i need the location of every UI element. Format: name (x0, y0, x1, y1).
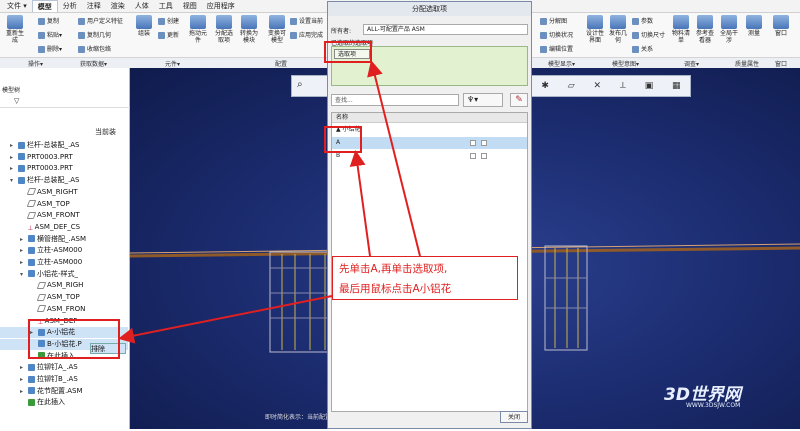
instruction-line1: 先单击A,再单击选取项, (339, 263, 448, 275)
arrow-to-tree (118, 295, 333, 344)
annotation-arrows (118, 60, 421, 344)
watermark-url: WWW.3DSJW.COM (686, 402, 741, 409)
arrow-to-item-a (349, 150, 371, 257)
instruction-callout: 先单击A,再单击选取项, 最后用鼠标点击A小铝花 (332, 256, 518, 300)
arrow-to-option (367, 60, 421, 257)
watermark: 3D世界网 WWW.3DSJW.COM (664, 380, 794, 420)
instruction-line2: 最后用鼠标点击A小铝花 (339, 283, 452, 295)
